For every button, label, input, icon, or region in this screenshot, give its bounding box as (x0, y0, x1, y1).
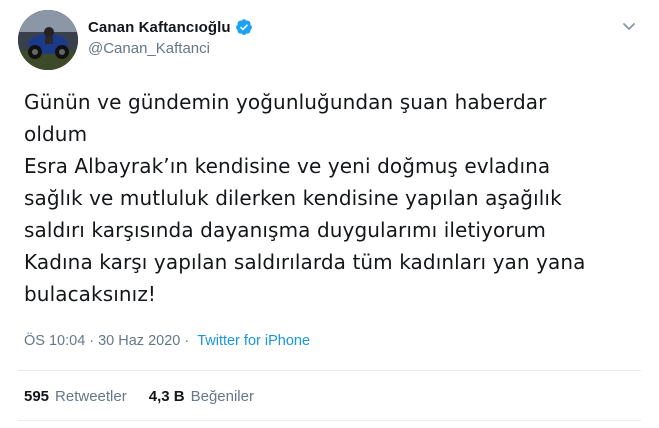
tweet-card: Canan Kaftancıoğlu @Canan_Kaftanci Günün… (0, 0, 659, 428)
retweets-count: 595 (24, 388, 50, 405)
author-names: Canan Kaftancıoğlu @Canan_Kaftanci (88, 16, 253, 57)
display-name-row: Canan Kaftancıoğlu (88, 16, 253, 38)
meta-separator: · (89, 333, 95, 349)
retweets-label: Retweetler (55, 388, 127, 405)
likes-stat[interactable]: 4,3 B Beğeniler (149, 388, 254, 405)
display-name[interactable]: Canan Kaftancıoğlu (88, 19, 231, 36)
likes-count: 4,3 B (148, 388, 185, 405)
retweets-stat[interactable]: 595 Retweetler (24, 388, 127, 405)
divider (18, 370, 641, 371)
avatar[interactable] (18, 10, 78, 70)
author-handle[interactable]: @Canan_Kaftanci (88, 40, 253, 57)
tweet-date[interactable]: 30 Haz 2020 (98, 333, 180, 349)
tweet-text: Günün ve gündemin yoğunluğundan şuan hab… (24, 90, 586, 306)
chevron-down-icon[interactable] (621, 18, 637, 34)
tweet-header: Canan Kaftancıoğlu @Canan_Kaftanci (18, 10, 641, 70)
likes-label: Beğeniler (190, 388, 254, 405)
meta-separator: · (184, 333, 190, 349)
tweet-source-link[interactable]: Twitter for iPhone (197, 333, 310, 349)
verified-badge-icon (235, 18, 253, 36)
divider (18, 420, 641, 421)
tweet-stats: 595 Retweetler 4,3 B Beğeniler (24, 388, 276, 405)
tweet-time[interactable]: ÖS 10:04 (24, 333, 85, 349)
tweet-meta: ÖS 10:04 · 30 Haz 2020 · Twitter for iPh… (24, 333, 310, 349)
